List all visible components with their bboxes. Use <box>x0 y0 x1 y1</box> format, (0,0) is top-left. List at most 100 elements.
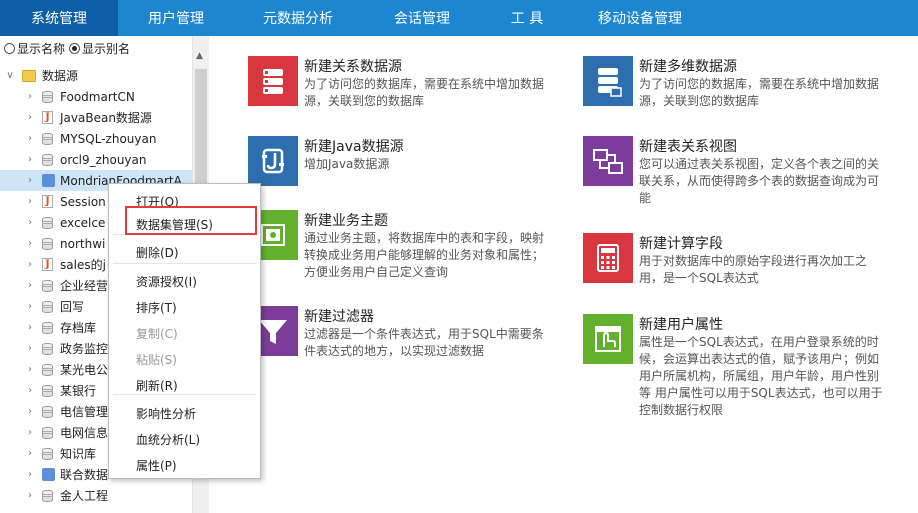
database-icon <box>42 132 53 146</box>
menu-item[interactable]: 排序(T) <box>136 298 177 318</box>
database-icon <box>42 153 53 167</box>
table-relation-icon[interactable] <box>583 136 633 186</box>
menu-separator <box>113 263 256 264</box>
database-icon <box>42 489 53 503</box>
menu-item[interactable]: 血统分析(L) <box>136 430 200 450</box>
database-icon <box>42 216 53 230</box>
display-mode-radios: 显示名称 显示别名 <box>4 40 134 56</box>
show-alias-label[interactable]: 显示别名 <box>82 40 130 57</box>
relational-db-icon[interactable] <box>248 56 298 106</box>
show-name-radio[interactable] <box>4 42 15 54</box>
tree-node-label[interactable]: Session <box>60 195 106 209</box>
tree-node[interactable]: › MYSQL-zhouyan <box>0 128 192 149</box>
chevron-right-icon[interactable]: › <box>26 343 34 354</box>
tree-node-label[interactable]: excelce <box>60 216 105 230</box>
tree-node[interactable]: ∨ 数据源 <box>0 65 192 86</box>
tab-system-management[interactable]: 系统管理 <box>0 0 118 36</box>
show-alias-radio[interactable] <box>69 42 81 54</box>
tree-node-label[interactable]: FoodmartCN <box>60 90 135 104</box>
tree-node-label[interactable]: 电信管理 <box>60 403 108 420</box>
chevron-right-icon[interactable]: › <box>26 196 34 207</box>
tree-node-label[interactable]: 知识库 <box>60 445 96 462</box>
chevron-right-icon[interactable]: › <box>26 448 34 459</box>
multidim-db-icon[interactable] <box>583 56 633 106</box>
tree-node[interactable]: › J JavaBean数据源 <box>0 107 192 128</box>
user-attribute-icon[interactable] <box>583 314 633 364</box>
item-title[interactable]: 新建表关系视图 <box>639 136 737 156</box>
chevron-right-icon[interactable]: › <box>26 427 34 438</box>
item-desc: 增加Java数据源 <box>304 157 390 171</box>
tab-user-management[interactable]: 用户管理 <box>118 0 234 36</box>
item-title[interactable]: 新建关系数据源 <box>304 56 402 76</box>
tree-node-label[interactable]: 电网信息 <box>60 424 108 441</box>
item-desc: 为了访问您的数据库，需要在系统中增加数据源，关联到您的数据库 <box>304 77 545 108</box>
chevron-right-icon[interactable]: › <box>26 364 34 375</box>
java-icon: J <box>42 111 53 124</box>
tree-node-label[interactable]: northwi <box>60 237 105 251</box>
database-icon <box>42 384 53 398</box>
tree-node-label[interactable]: 某银行 <box>60 382 96 399</box>
chevron-right-icon[interactable]: › <box>26 280 34 291</box>
tree-node-label[interactable]: JavaBean数据源 <box>60 109 152 126</box>
item-desc: 您可以通过表关系视图，定义各个表之间的关联关系，从而使得跨多个表的数据查询成为可… <box>639 157 880 205</box>
chevron-right-icon[interactable]: › <box>26 112 34 123</box>
multidim-icon <box>42 468 55 481</box>
tree-node[interactable]: › orcl9_zhouyan <box>0 149 192 170</box>
tree-node-label[interactable]: orcl9_zhouyan <box>60 153 147 167</box>
chevron-right-icon[interactable]: › <box>26 91 34 102</box>
item-title[interactable]: 新建多维数据源 <box>639 56 737 76</box>
menu-item[interactable]: 刷新(R) <box>136 376 178 396</box>
database-icon <box>42 300 53 314</box>
show-name-label[interactable]: 显示名称 <box>17 40 65 57</box>
chevron-right-icon[interactable]: › <box>26 238 34 249</box>
tab-tools[interactable]: 工 具 <box>482 0 572 36</box>
chevron-right-icon[interactable]: › <box>26 385 34 396</box>
java-source-icon[interactable] <box>248 136 298 186</box>
item-title[interactable]: 新建Java数据源 <box>304 136 404 156</box>
tree-node-label[interactable]: sales的j <box>60 256 106 273</box>
calculator-icon[interactable] <box>583 233 633 283</box>
item-title[interactable]: 新建过滤器 <box>304 306 374 326</box>
chevron-right-icon[interactable]: › <box>26 406 34 417</box>
chevron-right-icon[interactable]: › <box>26 301 34 312</box>
chevron-right-icon[interactable]: › <box>26 154 34 165</box>
menu-item[interactable]: 影响性分析 <box>136 404 196 424</box>
multidim-icon <box>42 174 55 187</box>
tree-node-label[interactable]: 联合数据 <box>60 466 108 483</box>
tree-node[interactable]: › 金人工程 <box>0 485 192 506</box>
item-title[interactable]: 新建用户属性 <box>639 314 723 334</box>
tree-node-label[interactable]: MYSQL-zhouyan <box>60 132 156 146</box>
tree-node-label[interactable]: 某光电公 <box>60 361 108 378</box>
item-title[interactable]: 新建业务主题 <box>304 210 388 230</box>
tree-node-label[interactable]: 政务监控 <box>60 340 108 357</box>
tree-node-label[interactable]: 金人工程 <box>60 487 108 504</box>
tab-mobile-device-management[interactable]: 移动设备管理 <box>572 0 708 36</box>
chevron-right-icon[interactable]: › <box>26 490 34 501</box>
menu-item[interactable]: 资源授权(I) <box>136 272 197 292</box>
chevron-right-icon[interactable]: › <box>26 217 34 228</box>
item-title[interactable]: 新建计算字段 <box>639 233 723 253</box>
item-desc: 用于对数据库中的原始字段进行再次加工之用，是一个SQL表达式 <box>639 254 868 285</box>
menu-item[interactable]: 粘贴(S) <box>136 350 177 370</box>
java-icon: J <box>42 195 53 208</box>
chevron-right-icon[interactable]: › <box>26 175 34 186</box>
scroll-up-icon[interactable]: ▲ <box>196 51 203 61</box>
menu-item[interactable]: 删除(D) <box>136 243 179 263</box>
database-icon <box>42 342 53 356</box>
tree-node-label[interactable]: 回写 <box>60 298 84 315</box>
chevron-down-icon[interactable]: ∨ <box>6 70 14 81</box>
chevron-right-icon[interactable]: › <box>26 322 34 333</box>
tree-node[interactable]: › FoodmartCN <box>0 86 192 107</box>
chevron-right-icon[interactable]: › <box>26 469 34 480</box>
chevron-right-icon[interactable]: › <box>26 133 34 144</box>
menu-item[interactable]: 属性(P) <box>136 456 177 476</box>
tree-node-label[interactable]: 存档库 <box>60 319 96 336</box>
tree-node-label[interactable]: 数据源 <box>42 67 78 84</box>
menu-item[interactable]: 复制(C) <box>136 324 178 344</box>
tab-metadata-analysis[interactable]: 元数据分析 <box>234 0 362 36</box>
tree-node-label[interactable]: 企业经营 <box>60 277 108 294</box>
database-icon <box>42 90 53 104</box>
tab-session-management[interactable]: 会话管理 <box>362 0 482 36</box>
chevron-right-icon[interactable]: › <box>26 259 34 270</box>
database-icon <box>42 363 53 377</box>
